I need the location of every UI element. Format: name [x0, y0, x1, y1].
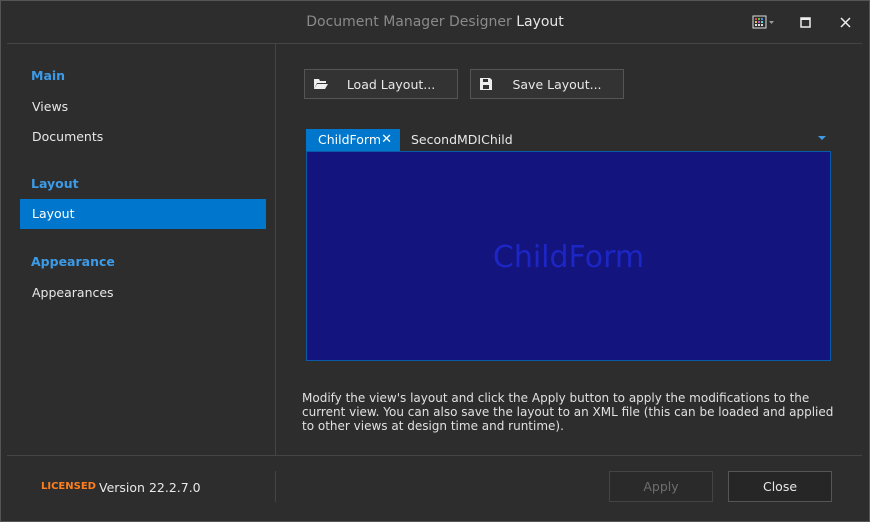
layout-preview-panel: ChildForm	[306, 151, 831, 361]
tab-close-icon[interactable]: ✕	[381, 129, 392, 151]
save-layout-label: Save Layout...	[512, 77, 602, 92]
sidebar-item-appearances[interactable]: Appearances	[32, 285, 114, 300]
close-button[interactable]: Close	[728, 471, 832, 502]
sidebar-group-layout: Layout	[31, 176, 79, 191]
tab-childform[interactable]: ChildForm ✕	[306, 129, 400, 151]
sidebar-item-documents[interactable]: Documents	[32, 129, 103, 144]
licensed-badge: LICENSED	[41, 481, 96, 492]
sidebar-item-layout[interactable]: Layout	[20, 199, 266, 229]
version-label: Version 22.2.7.0	[99, 480, 201, 495]
sidebar-item-views[interactable]: Views	[32, 99, 68, 114]
description-text: Modify the view's layout and click the A…	[302, 391, 834, 433]
window-title: Document Manager Designer Layout	[1, 14, 869, 30]
footer-vertical-divider	[275, 471, 276, 502]
sidebar-group-appearance: Appearance	[31, 254, 115, 269]
sidebar-divider	[275, 44, 276, 455]
close-window-button[interactable]	[833, 11, 857, 33]
apply-button[interactable]: Apply	[609, 471, 713, 502]
preview-content-label: ChildForm	[492, 240, 645, 275]
footer-divider	[7, 455, 862, 456]
palette-grid-icon	[752, 15, 774, 29]
save-layout-button[interactable]: Save Layout...	[470, 69, 624, 99]
sidebar: Main Views Documents Layout Layout Appea…	[8, 45, 275, 455]
load-layout-button[interactable]: Load Layout...	[304, 69, 458, 99]
load-layout-label: Load Layout...	[346, 77, 436, 92]
sidebar-group-main: Main	[31, 68, 66, 83]
skin-selector-button[interactable]	[749, 11, 779, 33]
designer-window: Document Manager Designer Layout Main Vi…	[0, 0, 870, 522]
title-divider	[7, 43, 862, 44]
tab-childform-label: ChildForm	[318, 132, 382, 147]
tab-secondmdichild[interactable]: SecondMDIChild	[411, 129, 513, 151]
window-title-section: Layout	[516, 14, 564, 30]
window-title-main: Document Manager Designer	[306, 14, 512, 30]
document-tab-strip: ChildForm ✕ SecondMDIChild	[306, 129, 831, 151]
maximize-icon	[799, 16, 811, 28]
maximize-button[interactable]	[793, 11, 817, 33]
close-icon	[839, 16, 851, 28]
title-bar[interactable]: Document Manager Designer Layout	[1, 1, 869, 43]
tab-dropdown-icon[interactable]	[817, 134, 827, 142]
